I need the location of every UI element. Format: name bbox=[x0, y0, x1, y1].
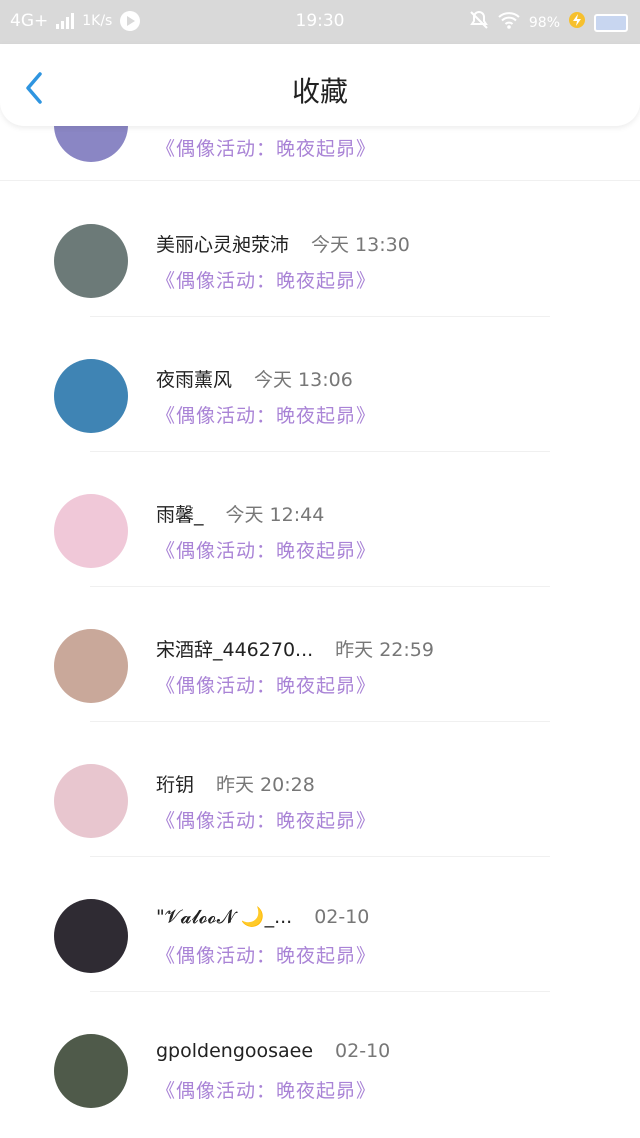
user-name[interactable]: 美丽心灵昶荥沛 bbox=[156, 234, 289, 256]
avatar[interactable] bbox=[54, 494, 128, 568]
work-link[interactable]: 《偶像活动：晚夜起昴》 bbox=[156, 134, 376, 161]
user-name[interactable]: 雨馨_ bbox=[156, 504, 204, 526]
avatar[interactable] bbox=[54, 359, 128, 433]
work-link[interactable]: 《偶像活动：晚夜起昴》 bbox=[156, 266, 376, 293]
avatar[interactable] bbox=[54, 899, 128, 973]
charging-icon bbox=[568, 11, 586, 34]
battery-percent: 98% bbox=[528, 14, 560, 31]
user-name[interactable]: "𝓥𝓪𝓵𝓸𝓸𝓝 🌙_... bbox=[156, 906, 292, 928]
title-bar: 收藏 bbox=[0, 44, 640, 126]
name-line: 夜雨薰风 今天 13:06 bbox=[156, 365, 353, 392]
divider bbox=[90, 586, 550, 587]
name-line: "𝓥𝓪𝓵𝓸𝓸𝓝 🌙_... 02-10 bbox=[156, 905, 369, 928]
status-right: 98% bbox=[469, 10, 628, 35]
work-link[interactable]: 《偶像活动：晚夜起昴》 bbox=[156, 671, 376, 698]
timestamp: 02-10 bbox=[314, 906, 370, 928]
divider bbox=[90, 721, 550, 722]
timestamp: 今天 12:44 bbox=[225, 504, 325, 526]
divider bbox=[0, 180, 640, 181]
work-link[interactable]: 《偶像活动：晚夜起昴》 bbox=[156, 806, 376, 833]
name-line: 雨馨_ 今天 12:44 bbox=[156, 500, 324, 527]
user-name[interactable]: 珩钥 bbox=[156, 774, 194, 796]
user-name[interactable]: 夜雨薰风 bbox=[156, 369, 232, 391]
work-link[interactable]: 《偶像活动：晚夜起昴》 bbox=[156, 401, 376, 428]
work-link[interactable]: 《偶像活动：晚夜起昴》 bbox=[156, 1076, 376, 1103]
divider bbox=[90, 451, 550, 452]
status-bar: 4G+ 1K/s 19:30 98% bbox=[0, 0, 640, 44]
divider bbox=[90, 316, 550, 317]
avatar[interactable] bbox=[54, 224, 128, 298]
divider bbox=[90, 856, 550, 857]
name-line: 宋酒辞_446270... 昨天 22:59 bbox=[156, 635, 434, 662]
work-link[interactable]: 《偶像活动：晚夜起昴》 bbox=[156, 536, 376, 563]
avatar[interactable] bbox=[54, 1034, 128, 1108]
mute-bell-icon bbox=[469, 10, 489, 35]
work-link[interactable]: 《偶像活动：晚夜起昴》 bbox=[156, 941, 376, 968]
battery-icon bbox=[594, 13, 628, 32]
name-line: 珩钥 昨天 20:28 bbox=[156, 770, 315, 797]
page-title: 收藏 bbox=[291, 75, 348, 108]
wifi-icon bbox=[497, 11, 521, 34]
user-name[interactable]: 宋酒辞_446270... bbox=[156, 639, 313, 661]
name-line: gpoldengoosaee 02-10 bbox=[156, 1040, 390, 1062]
timestamp: 昨天 20:28 bbox=[216, 774, 315, 796]
user-name[interactable]: gpoldengoosaee bbox=[156, 1040, 313, 1062]
divider bbox=[90, 991, 550, 992]
avatar[interactable] bbox=[54, 629, 128, 703]
avatar[interactable] bbox=[54, 764, 128, 838]
name-line: 美丽心灵昶荥沛 今天 13:30 bbox=[156, 230, 410, 257]
timestamp: 昨天 22:59 bbox=[335, 639, 434, 661]
timestamp: 今天 13:06 bbox=[254, 369, 353, 391]
timestamp: 今天 13:30 bbox=[311, 234, 410, 256]
timestamp: 02-10 bbox=[335, 1040, 391, 1062]
